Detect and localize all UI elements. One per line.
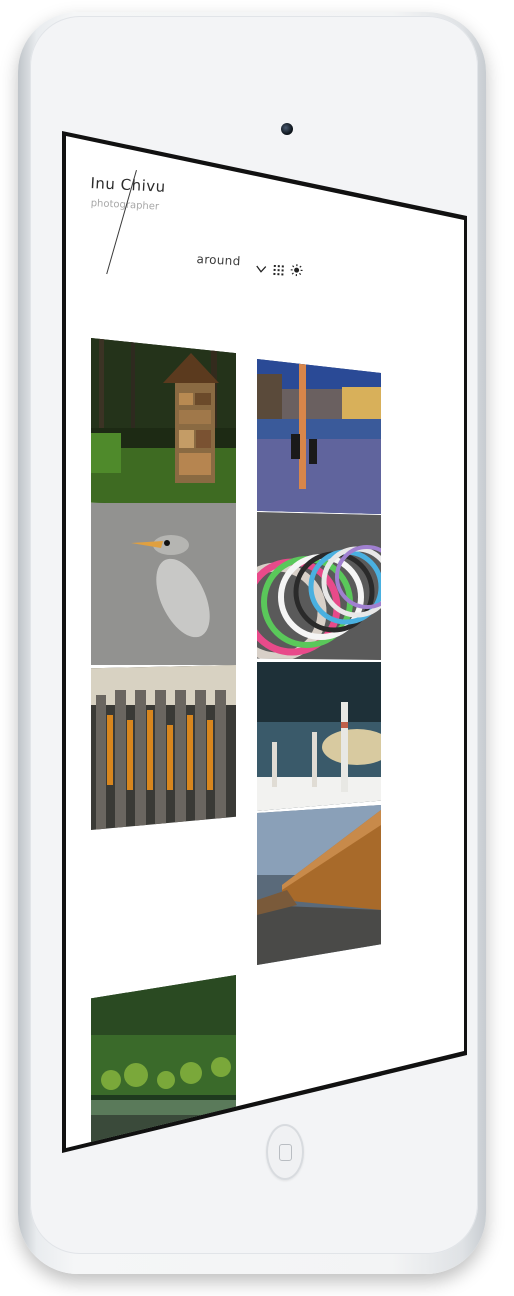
grid-icon[interactable] [273, 264, 284, 276]
sun-icon[interactable] [290, 264, 303, 279]
photo-wooden-wall[interactable] [257, 805, 381, 965]
photo-insect-hotel[interactable] [91, 338, 236, 506]
device-mockup: Inu Chivu photographer around [0, 0, 514, 1296]
home-square-icon [279, 1144, 292, 1161]
camera-icon [281, 123, 293, 135]
site-title[interactable]: Inu Chivu [90, 174, 166, 196]
photo-corn-fence[interactable] [91, 665, 236, 830]
home-button[interactable] [266, 1124, 304, 1180]
photo-ice-sculptures[interactable] [257, 662, 381, 811]
chevron-down-icon[interactable] [255, 263, 267, 276]
section-label[interactable]: around [196, 252, 241, 268]
photo-heron[interactable] [91, 503, 236, 665]
photo-flooded-city[interactable] [257, 359, 381, 514]
photo-bicycles[interactable] [257, 512, 381, 660]
nav-icon-group [255, 262, 303, 278]
